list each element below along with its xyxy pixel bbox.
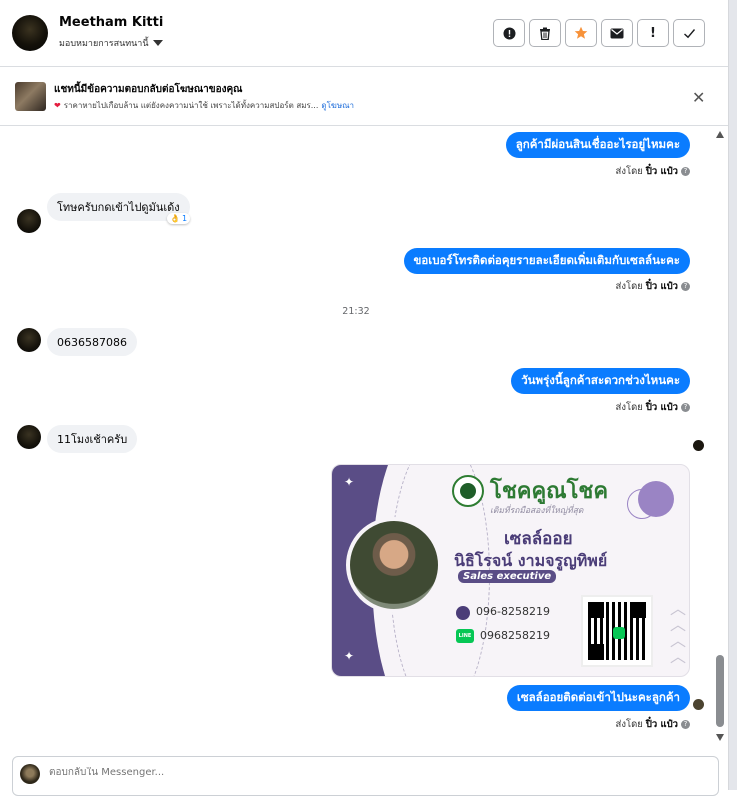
ad-reply-banner: แชทนี้มีข้อความตอบกลับต่อโฆษณาของคุณ ❤ ร… [0,68,728,126]
reply-input[interactable] [49,767,649,778]
ad-banner-title: แชทนี้มีข้อความตอบกลับต่อโฆษณาของคุณ [54,84,243,95]
phone-icon [456,606,470,620]
sent-by-label: ส่งโดย ปิ๋ว แป๋ว ? [616,164,690,179]
card-phone: 096-8258219 [476,605,550,618]
delete-button[interactable] [529,19,561,47]
sent-by-label: ส่งโดย ปิ๋ว แป๋ว ? [616,717,690,732]
read-receipt-avatar [693,440,704,451]
ad-preview-line: ❤ ราคาหายไปเกือบล้าน แต่ยังคงความน่าใช้ … [54,99,354,112]
info-icon[interactable]: ? [681,720,690,729]
sent-by-prefix: ส่งโดย [615,281,643,292]
check-icon [683,28,695,38]
mark-unread-button[interactable] [601,19,633,47]
sent-by-agent: ปิ๋ว แป๋ว [645,402,678,413]
messenger-conversation-panel: Meetham Kitti มอบหมายการสนทนานี้ ! แชทนี… [0,0,728,796]
sent-by-prefix: ส่งโดย [615,166,643,177]
outgoing-message[interactable]: เซลล์ออยติดต่อเข้าไปนะคะลูกค้า [506,685,690,711]
outgoing-message[interactable]: ขอเบอร์โทรติดต่อคุยรายละเอียดเพิ่มเติมกั… [403,248,690,274]
scroll-up-arrow-icon[interactable] [716,131,724,138]
contact-avatar-small [17,425,41,449]
info-icon[interactable]: ? [681,282,690,291]
outgoing-message[interactable]: ลูกค้ามีผ่อนสินเชื่ออะไรอยู่ไหมคะ [505,132,690,158]
qr-code [581,595,653,667]
sent-by-label: ส่งโดย ปิ๋ว แป๋ว ? [616,279,690,294]
info-icon[interactable]: ? [681,167,690,176]
contact-avatar[interactable] [12,15,48,51]
follow-up-button[interactable]: ! [637,19,669,47]
business-card-image[interactable]: ✦ ✦ โชคคูณโชค เติมที่รถมือสองที่ใหญ่ที่ส… [331,464,690,677]
assign-label: มอบหมายการสนทนานี้ [59,39,149,49]
close-icon[interactable]: ✕ [692,88,705,107]
info-icon[interactable]: ? [681,403,690,412]
mark-spam-button[interactable] [493,19,525,47]
sent-by-agent: ปิ๋ว แป๋ว [645,166,678,177]
sent-by-label: ส่งโดย ปิ๋ว แป๋ว ? [616,400,690,415]
card-deco-circle [638,481,674,517]
star-icon [574,26,588,39]
star-button[interactable] [565,19,597,47]
sparkle-icon: ✦ [344,475,355,489]
conversation-header: Meetham Kitti มอบหมายการสนทนานี้ ! [0,0,728,67]
contact-name[interactable]: Meetham Kitti [59,15,163,30]
assign-conversation-dropdown[interactable]: มอบหมายการสนทนานี้ [59,36,163,50]
ad-preview-text: ราคาหายไปเกือบล้าน แต่ยังคงความน่าใช้ เพ… [63,101,319,110]
contact-avatar-small [17,209,41,233]
outgoing-message[interactable]: วันพรุ่งนี้ลูกค้าสะดวกช่วงไหนคะ [511,368,690,394]
conversation-toolbar: ! [493,19,705,47]
timestamp-divider: 21:32 [342,306,370,317]
incoming-message[interactable]: 11โมงเช้าครับ [47,425,138,453]
heart-icon: ❤ [54,101,61,110]
ok-hand-icon: 👌 [170,214,180,223]
salesperson-nickname: เซลล์ออย [504,529,573,549]
exclamation-icon: ! [650,25,656,41]
brand-logo [452,475,484,507]
sent-by-agent: ปิ๋ว แป๋ว [645,281,678,292]
reply-composer [12,756,719,796]
thread-scrollbar[interactable] [712,127,728,747]
envelope-icon [610,28,624,38]
scrollbar-thumb[interactable] [716,655,724,727]
trash-icon [540,27,550,40]
sent-by-agent: ปิ๋ว แป๋ว [645,719,678,730]
read-receipt-avatar [693,699,704,710]
line-icon: LINE [456,629,474,643]
scroll-down-arrow-icon[interactable] [716,734,724,741]
page-avatar [20,764,40,784]
card-line-id: 0968258219 [480,629,550,642]
chevron-up-icon: ︿ [670,647,687,666]
message-thread: ลูกค้ามีผ่อนสินเชื่ออะไรอยู่ไหมคะ ส่งโดย… [0,127,712,747]
window-edge [728,0,737,790]
view-ad-link[interactable]: ดูโฆษณา [321,99,354,112]
caret-down-icon [152,40,163,46]
brand-tagline: เติมที่รถมือสองที่ใหญ่ที่สุด [490,506,584,516]
mark-done-button[interactable] [673,19,705,47]
sent-by-prefix: ส่งโดย [615,402,643,413]
salesperson-role: Sales executive [458,570,557,583]
alert-circle-icon [503,27,515,39]
sparkle-icon: ✦ [344,649,355,663]
sent-by-prefix: ส่งโดย [615,719,643,730]
salesperson-photo [346,517,442,613]
ad-thumbnail[interactable] [15,82,46,111]
message-reaction[interactable]: 👌 1 [167,213,191,224]
reaction-count: 1 [181,214,188,223]
incoming-message[interactable]: 0636587086 [47,328,137,356]
contact-avatar-small [17,328,41,352]
